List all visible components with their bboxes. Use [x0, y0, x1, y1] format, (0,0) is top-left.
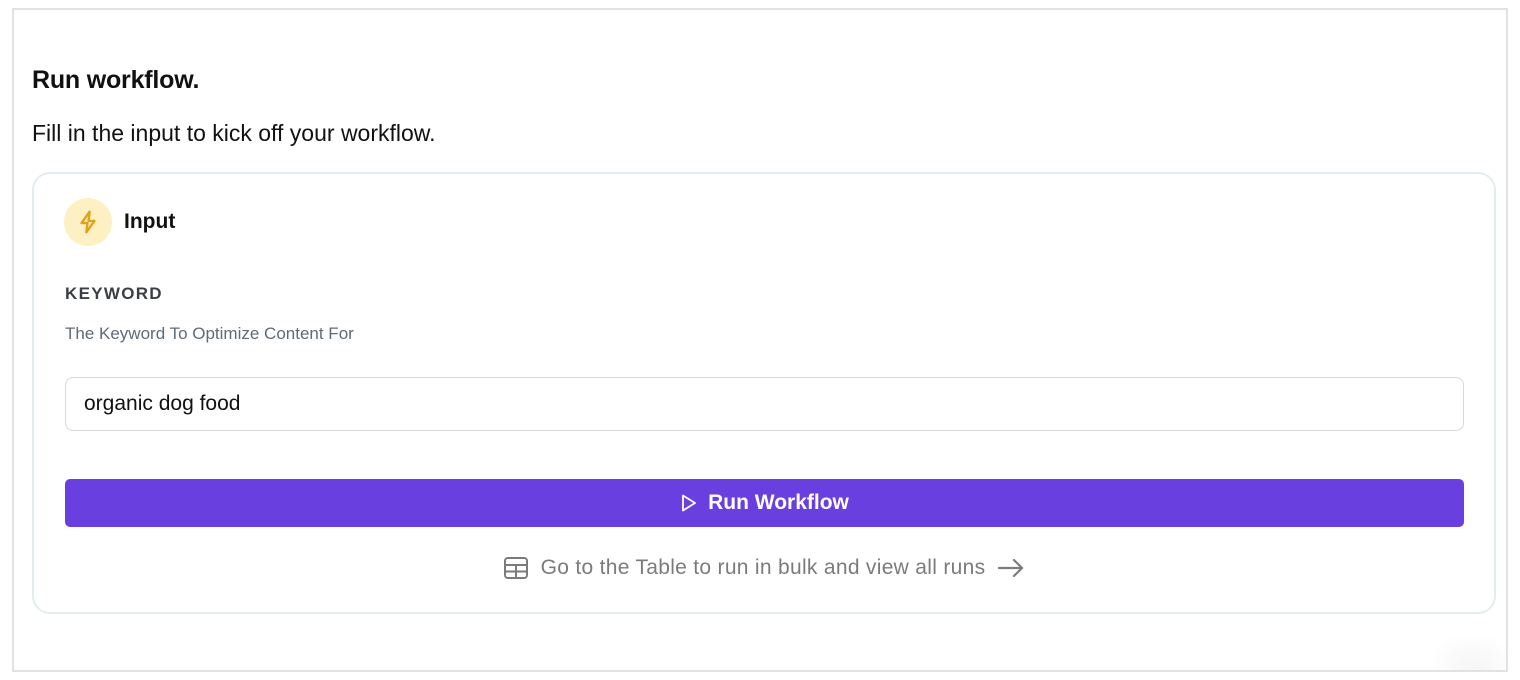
arrow-right-icon [997, 557, 1025, 579]
keyword-help-text: The Keyword To Optimize Content For [65, 324, 354, 343]
table-link-label: Go to the Table to run in bulk and view … [540, 556, 986, 579]
card-header: Input [64, 198, 175, 246]
run-workflow-label: Run Workflow [708, 491, 849, 514]
input-card: Input KEYWORD The Keyword To Optimize Co… [32, 172, 1496, 614]
workflow-panel: Run workflow. Fill in the input to kick … [12, 8, 1508, 672]
table-icon [503, 556, 529, 580]
play-icon [680, 493, 698, 513]
table-link[interactable]: Go to the Table to run in bulk and view … [34, 556, 1494, 580]
page-subtitle: Fill in the input to kick off your workf… [32, 120, 436, 146]
card-title: Input [124, 210, 176, 233]
bolt-icon [64, 198, 112, 246]
keyword-label: KEYWORD [65, 284, 163, 303]
page-title: Run workflow. [32, 66, 200, 94]
corner-shadow [1426, 630, 1506, 670]
keyword-input[interactable] [65, 377, 1464, 431]
run-workflow-button[interactable]: Run Workflow [65, 479, 1464, 527]
